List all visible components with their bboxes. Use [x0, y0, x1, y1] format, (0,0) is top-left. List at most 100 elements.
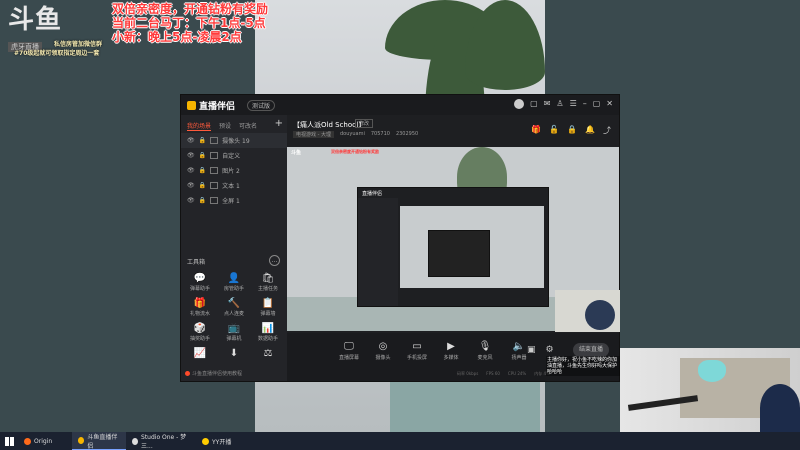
phone-cast-button[interactable]: ▭ 手机投屏: [405, 341, 429, 361]
camera-button[interactable]: ◎ 摄像头: [371, 341, 395, 361]
stream-stats: 码率 0kbps FPS 60 CPU 24% 内存 4%: [457, 371, 550, 377]
tutorial-link[interactable]: 斗鱼直播伴侣使用教程: [185, 370, 242, 377]
tool-label: 数据助手: [257, 336, 278, 342]
stream-logo-text: 斗鱼: [8, 5, 63, 35]
scene-item[interactable]: 👁 🔒 自定义: [181, 148, 287, 163]
room-id: douyuami: [339, 131, 365, 137]
eye-icon[interactable]: 👁: [187, 167, 195, 174]
taskbar-item-studio-one[interactable]: Studio One - 梦三...: [126, 432, 196, 450]
scene-item[interactable]: 👁 🔒 全屏 1: [181, 193, 287, 208]
tutorial-icon: [185, 371, 190, 376]
taskbar-item-origin[interactable]: Origin: [18, 432, 72, 450]
live-companion-window: 直播伴侣 测试版 ▢ ✉ ♙ ☰ – ▢ ✕ 我的场景 预设 可改名 + 👁 🔒 摄…: [180, 94, 620, 382]
control-label: 直播屏幕: [338, 355, 359, 361]
lock-icon[interactable]: 🔒: [199, 182, 206, 189]
media-button[interactable]: ▶ 多媒体: [439, 341, 463, 361]
edit-room-button[interactable]: 修改: [355, 119, 374, 128]
tool-item[interactable]: 📈: [183, 348, 217, 360]
hammer-icon: 🔨: [227, 298, 241, 309]
app-brand-name: 直播伴侣: [199, 102, 236, 112]
lock-icon[interactable]: 🔒: [199, 152, 206, 159]
lock-icon[interactable]: 🔒: [199, 137, 206, 144]
scene-type-icon: [210, 182, 219, 189]
tool-label: 弹幕助手: [189, 286, 210, 292]
nested-app-window: 直播伴侣: [357, 187, 549, 307]
record-icon[interactable]: ▣: [527, 345, 536, 355]
eye-icon[interactable]: 👁: [187, 182, 195, 189]
tool-label: 抽奖助手: [189, 336, 210, 342]
tool-label: 房管助手: [223, 286, 244, 292]
mail-icon[interactable]: ✉: [544, 99, 551, 109]
nested-brand: 直播伴侣: [362, 191, 383, 197]
message-icon[interactable]: ▢: [530, 99, 538, 109]
taskbar-item-douyu[interactable]: 斗鱼直播伴侣: [72, 432, 126, 450]
unlock-icon[interactable]: 🔓: [549, 125, 559, 136]
promo-line: 双倍亲密度，开通钻粉有奖励: [112, 2, 269, 16]
lock-icon[interactable]: 🔒: [567, 125, 577, 136]
moderator-icon: 👤: [227, 273, 241, 284]
danmaku-icon: 💬: [193, 273, 207, 284]
tab-renamable[interactable]: 可改名: [239, 121, 257, 131]
tool-label: 点人连麦: [223, 311, 244, 317]
tool-item[interactable]: ⚖: [251, 348, 285, 360]
room-fans: 705710: [370, 131, 390, 137]
lock-icon[interactable]: 🔒: [199, 197, 206, 204]
avatar-icon[interactable]: [514, 99, 525, 109]
tool-label: 礼物流水: [189, 311, 210, 317]
tv-icon: 📺: [227, 323, 241, 334]
add-tab-button[interactable]: +: [275, 118, 283, 129]
scene-type-icon: [210, 137, 219, 144]
titlebar-controls: ▢ ✉ ♙ ☰ – ▢ ✕: [514, 99, 613, 109]
tool-item[interactable]: 📺 弹幕机: [217, 323, 251, 342]
promo-text: 双倍亲密度，开通钻粉有奖励 当前二台马丁：下午1点-5点 小新：晚上5点-凌晨2…: [112, 2, 268, 44]
tool-item[interactable]: 🛍 主播任务: [251, 273, 285, 292]
eye-icon[interactable]: 👁: [187, 137, 195, 144]
bell-icon[interactable]: 🔔: [585, 125, 595, 136]
eye-icon[interactable]: 👁: [187, 152, 195, 159]
tab-my-scenes[interactable]: 我的场景: [187, 121, 212, 131]
menu-icon[interactable]: ☰: [570, 99, 577, 109]
tool-item[interactable]: 🎁 礼物流水: [183, 298, 217, 317]
tool-item[interactable]: 💬 弹幕助手: [183, 273, 217, 292]
app-titlebar: 直播伴侣 测试版 ▢ ✉ ♙ ☰ – ▢ ✕: [181, 95, 619, 115]
shirt-icon[interactable]: ♙: [556, 99, 563, 109]
lock-icon[interactable]: 🔒: [199, 167, 206, 174]
tool-item[interactable]: 👤 房管助手: [217, 273, 251, 292]
control-label: 摄像头: [375, 355, 391, 361]
scene-type-icon: [210, 167, 219, 174]
taskbar: Origin 斗鱼直播伴侣 Studio One - 梦三... YY开播: [0, 432, 800, 450]
minimize-icon[interactable]: –: [583, 99, 587, 109]
tab-presets[interactable]: 预设: [219, 121, 231, 131]
microphone-button[interactable]: 🎙 麦克风: [473, 341, 497, 361]
scene-item[interactable]: 👁 🔒 图片 2: [181, 163, 287, 178]
tool-item[interactable]: 🎲 抽奖助手: [183, 323, 217, 342]
settings-icon[interactable]: ⚙: [546, 345, 554, 355]
room-category[interactable]: 电视游戏 - 大理: [293, 131, 334, 138]
taskbar-label: YY开播: [212, 438, 232, 446]
tool-item[interactable]: 📊 数据助手: [251, 323, 285, 342]
close-icon[interactable]: ✕: [606, 99, 613, 109]
tool-item[interactable]: ⬇: [217, 348, 251, 360]
chart-icon: 📈: [193, 348, 207, 359]
stat-item: FPS 60: [486, 371, 500, 376]
maximize-icon[interactable]: ▢: [593, 99, 601, 109]
more-tools-icon[interactable]: …: [269, 255, 280, 266]
end-stream-button[interactable]: 结束直播: [573, 343, 609, 357]
tool-item[interactable]: 📋 弹幕墙: [251, 298, 285, 317]
tool-item[interactable]: 🔨 点人连麦: [217, 298, 251, 317]
wall-icon: 📋: [261, 298, 275, 309]
eye-icon[interactable]: 👁: [187, 197, 195, 204]
version-badge[interactable]: 测试版: [247, 100, 276, 111]
share-icon[interactable]: ⤴: [603, 125, 611, 136]
control-label: 扬声器: [511, 355, 527, 361]
screen-capture-button[interactable]: 🖵 直播屏幕: [337, 341, 361, 361]
room-meta: 电视游戏 - 大理 douyuami 705710 2302950: [293, 131, 418, 138]
windows-start-icon[interactable]: [0, 432, 18, 450]
scene-item[interactable]: 👁 🔒 摄像头 19: [181, 133, 287, 148]
lottery-icon: 🎲: [193, 323, 207, 334]
download-icon: ⬇: [229, 348, 239, 359]
tool-label: 弹幕墙: [260, 311, 276, 317]
gift-box-icon[interactable]: 🎁: [531, 125, 541, 136]
scene-item[interactable]: 👁 🔒 文本 1: [181, 178, 287, 193]
taskbar-item-yy[interactable]: YY开播: [196, 432, 250, 450]
